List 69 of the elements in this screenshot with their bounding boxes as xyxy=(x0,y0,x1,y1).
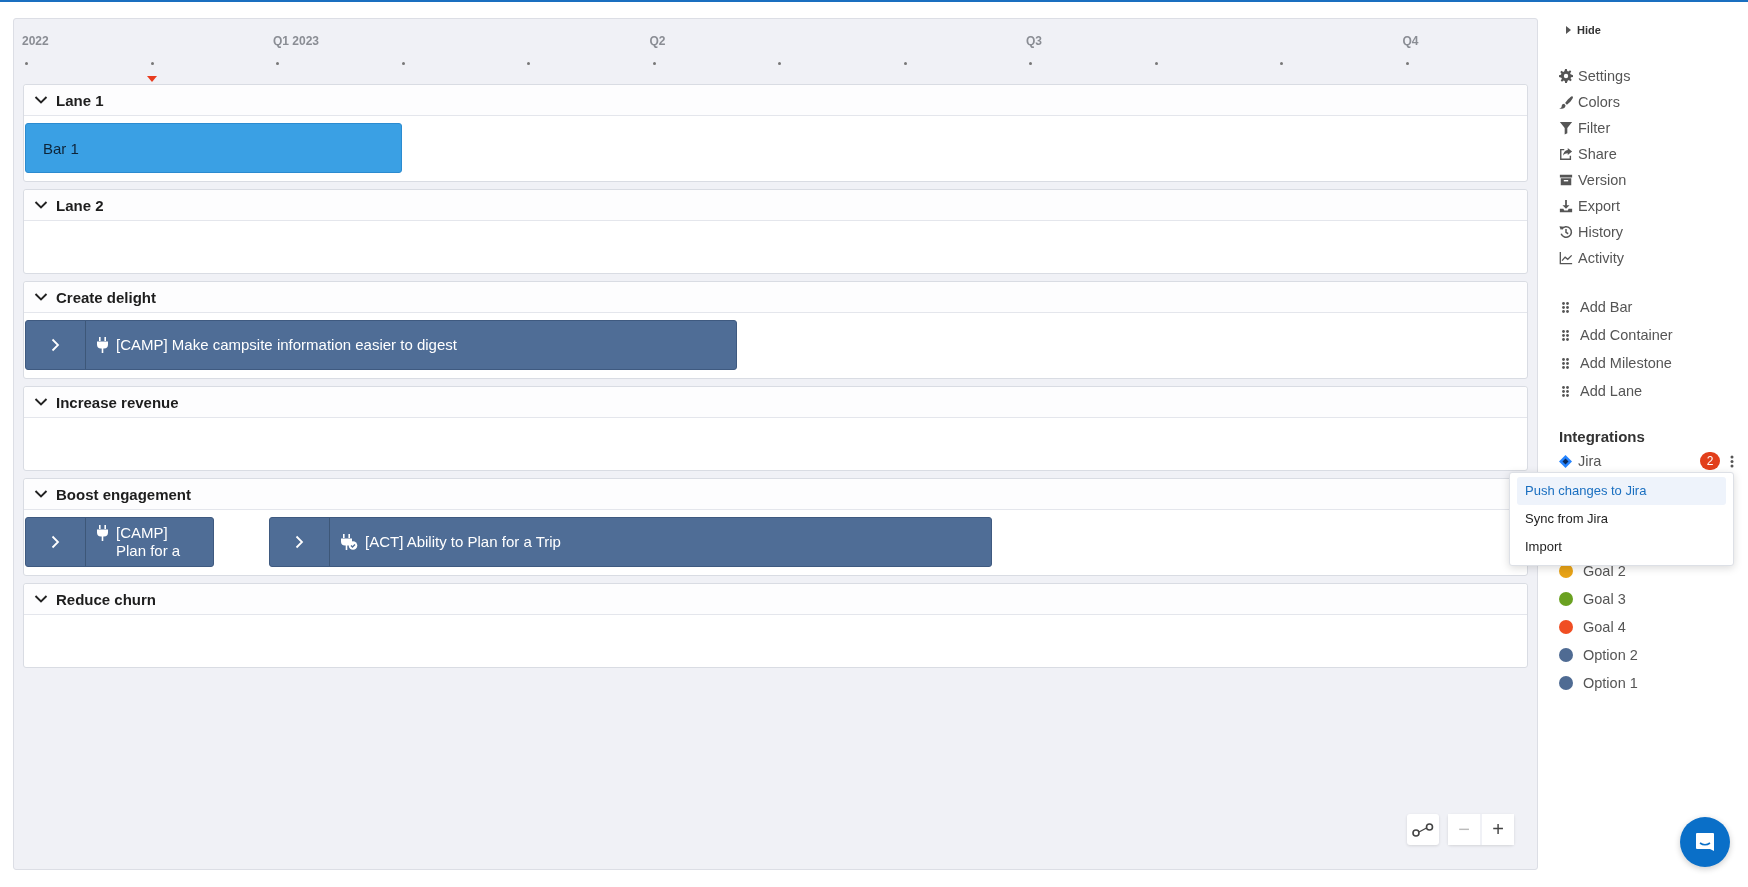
archive-icon xyxy=(1559,173,1573,187)
link-icon xyxy=(1412,822,1434,837)
chat-icon xyxy=(1694,831,1716,853)
plug-icon xyxy=(340,534,358,550)
add-item[interactable]: Add Milestone xyxy=(1559,349,1672,377)
menu-item[interactable]: Activity xyxy=(1559,245,1624,271)
caret-icon xyxy=(1566,26,1571,34)
dropdown-item[interactable]: Import xyxy=(1517,533,1726,561)
lane-title: Lane 1 xyxy=(56,91,104,109)
zoom-in-button[interactable]: + xyxy=(1482,814,1514,845)
menu-item[interactable]: Settings xyxy=(1559,63,1631,89)
download-icon xyxy=(1559,199,1573,213)
legend-label: Goal 3 xyxy=(1583,591,1626,607)
lane-title: Increase revenue xyxy=(56,393,179,411)
period-label: Q1 2023 xyxy=(273,34,320,48)
menu-item[interactable]: Share xyxy=(1559,141,1617,167)
plug-icon xyxy=(96,337,109,353)
chevron-right-icon xyxy=(51,535,60,549)
hide-toggle[interactable]: Hide xyxy=(1559,22,1601,38)
lane-title: Reduce churn xyxy=(56,590,157,608)
lane-title: Create delight xyxy=(56,288,157,306)
lane-title: Boost engagement xyxy=(56,485,191,503)
legend-label: Goal 2 xyxy=(1583,563,1626,579)
menu-item[interactable]: Version xyxy=(1559,167,1627,193)
period-label: 2022 xyxy=(22,34,49,48)
tick-dot xyxy=(150,62,154,65)
share-icon xyxy=(1559,147,1573,161)
container-bar[interactable]: [CAMP] Plan for a xyxy=(25,517,214,567)
bar-label: [ACT] Ability to Plan for a Trip xyxy=(365,533,561,551)
drag-handle-icon xyxy=(1562,357,1569,369)
drag-handle-icon xyxy=(1562,385,1569,397)
more-icon[interactable] xyxy=(1730,454,1734,468)
settings-icon xyxy=(1559,69,1573,83)
dropdown-item[interactable]: Push changes to Jira xyxy=(1517,477,1726,505)
integration-name[interactable]: Jira xyxy=(1578,453,1694,469)
bar-label: [CAMP] Plan for a xyxy=(116,524,182,560)
history-icon xyxy=(1559,225,1573,239)
period-label: Q3 xyxy=(1026,34,1042,48)
chat-button[interactable] xyxy=(1680,817,1730,867)
period-label: Q4 xyxy=(1402,34,1419,48)
add-item[interactable]: Add Container xyxy=(1559,321,1673,349)
legend-label: Goal 4 xyxy=(1583,619,1626,635)
legend-label: Option 1 xyxy=(1583,675,1638,691)
menu-item[interactable]: Export xyxy=(1559,193,1620,219)
add-item[interactable]: Add Lane xyxy=(1559,377,1643,405)
timeline-bar[interactable]: Bar 1 xyxy=(25,123,402,173)
legend-label: Option 2 xyxy=(1583,647,1638,663)
dependency-button[interactable] xyxy=(1407,814,1439,845)
menu-item[interactable]: History xyxy=(1559,219,1624,245)
bar-label: [CAMP] Make campsite information easier to digest xyxy=(116,336,457,354)
count-badge: 2 xyxy=(1700,452,1720,470)
lane-title: Lane 2 xyxy=(56,196,104,214)
menu-item[interactable]: Filter xyxy=(1559,115,1611,141)
add-item[interactable]: Add Bar xyxy=(1559,293,1633,321)
chevron-right-icon xyxy=(295,535,304,549)
period-label: Q2 xyxy=(649,34,666,48)
menu-item[interactable]: Colors xyxy=(1559,89,1620,115)
section-heading: Integrations xyxy=(1559,427,1645,447)
filter-icon xyxy=(1559,121,1573,135)
container-bar[interactable]: [CAMP] Make campsite information easier to digest xyxy=(25,320,737,370)
drag-handle-icon xyxy=(1562,301,1569,313)
container-bar[interactable]: [ACT] Ability to Plan for a Trip xyxy=(269,517,992,567)
chart-icon xyxy=(1559,251,1573,265)
chevron-right-icon xyxy=(51,338,60,352)
drag-handle-icon xyxy=(1562,329,1569,341)
dropdown-item[interactable]: Sync from Jira xyxy=(1517,505,1726,533)
diamond-logo-icon xyxy=(1559,454,1572,468)
plug-icon xyxy=(96,525,109,541)
brush-icon xyxy=(1559,95,1573,109)
